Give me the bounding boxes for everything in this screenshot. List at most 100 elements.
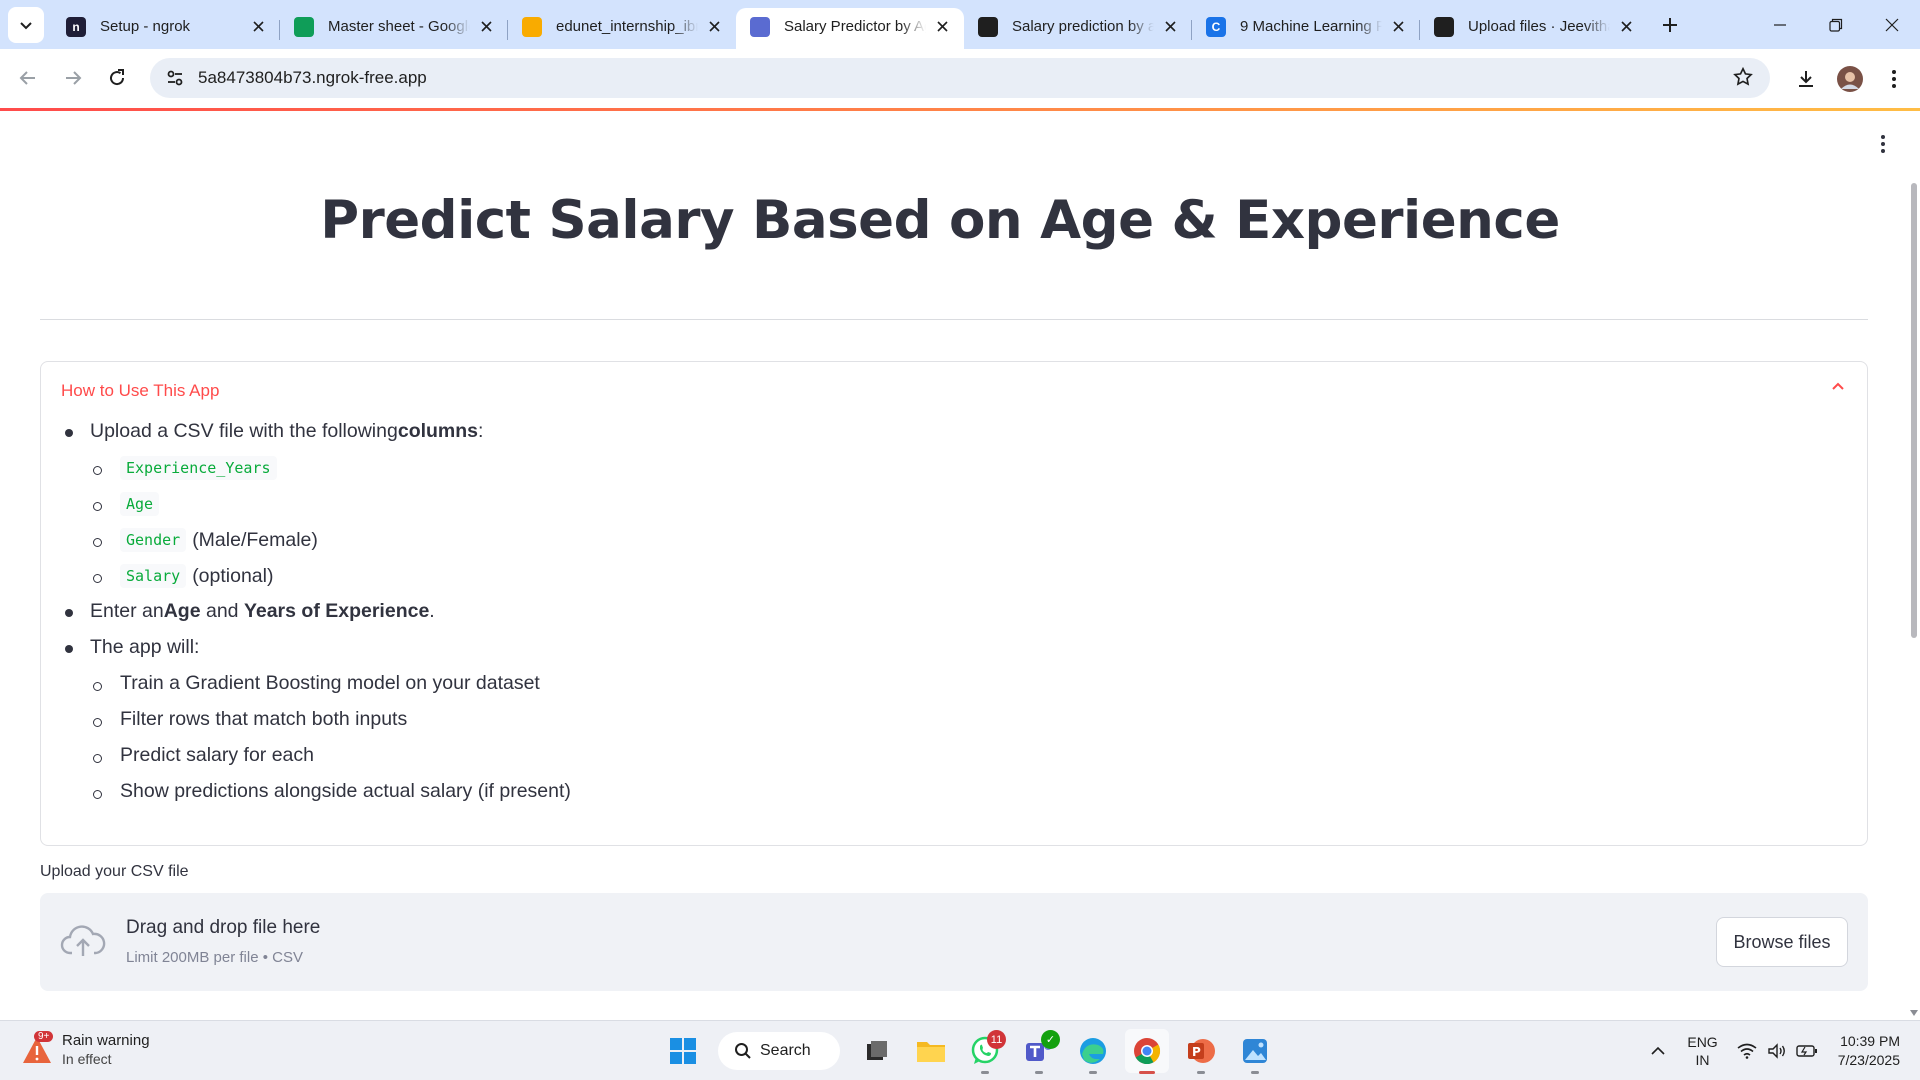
browser-tab[interactable]: edunet_internship_ibm (508, 8, 736, 49)
tab-search-button[interactable] (8, 6, 44, 43)
list-text: Enter an (90, 600, 164, 622)
teams-status-badge: ✓ (1041, 1030, 1060, 1049)
running-indicator (1139, 1071, 1155, 1074)
volume-icon (1768, 1043, 1785, 1059)
edge-icon (1080, 1038, 1106, 1064)
clock[interactable]: 10:39 PM 7/23/2025 (1838, 1032, 1900, 1070)
edge-button[interactable] (1071, 1029, 1115, 1074)
expander-label: How to Use This App (61, 381, 220, 400)
column-code: Age (120, 492, 160, 516)
chrome-button[interactable] (1125, 1029, 1169, 1074)
close-window-button[interactable] (1864, 0, 1920, 49)
restore-button[interactable] (1808, 0, 1864, 49)
dropzone-limit: Limit 200MB per file • CSV (126, 949, 303, 966)
region-code: IN (1695, 1052, 1710, 1068)
folder-icon (917, 1042, 945, 1062)
downloads-button[interactable] (1788, 61, 1824, 97)
page-viewport: Predict Salary Based on Age & Experience… (0, 108, 1920, 1020)
chevron-up-icon[interactable] (1829, 378, 1847, 396)
tab-close-button[interactable] (704, 17, 724, 37)
expander-header[interactable]: How to Use This App (41, 362, 1867, 420)
tab-close-button[interactable] (932, 17, 952, 37)
back-button[interactable] (10, 60, 46, 96)
step-item: Show predictions alongside actual salary… (120, 780, 571, 803)
battery-button[interactable] (1792, 1044, 1822, 1058)
whatsapp-button[interactable]: 11 (963, 1029, 1007, 1074)
browser-tab[interactable]: Salary prediction by age (964, 8, 1192, 49)
chatgpt-icon (978, 16, 998, 37)
avatar (1837, 65, 1863, 92)
browser-menu-button[interactable] (1876, 61, 1912, 97)
sub-bullet (93, 574, 102, 583)
tab-close-button[interactable] (1388, 17, 1408, 37)
language-indicator[interactable]: ENG IN (1687, 1033, 1717, 1069)
close-icon (708, 21, 720, 32)
taskbar-search[interactable]: Search (718, 1032, 840, 1070)
teams-button[interactable]: ✓ (1017, 1029, 1061, 1074)
tab-title: edunet_internship_ibm (556, 18, 698, 35)
bookmark-star-icon[interactable] (1732, 66, 1754, 88)
task-view-icon (867, 1041, 887, 1060)
sub-bullet (93, 718, 102, 727)
list-item: Enter an Age and Years of Experience. (90, 600, 435, 623)
reload-button[interactable] (99, 60, 135, 96)
browser-tab[interactable]: n Setup - ngrok (52, 8, 280, 49)
tab-close-button[interactable] (1616, 17, 1636, 37)
sub-bullet (93, 502, 102, 511)
browser-tab[interactable]: Master sheet - Google Sheets (280, 8, 508, 49)
start-button[interactable] (661, 1029, 705, 1073)
scroll-down-arrow-icon[interactable] (1910, 1010, 1918, 1016)
column-code: Gender (120, 528, 187, 552)
file-explorer-button[interactable] (909, 1029, 953, 1073)
restore-icon (1829, 18, 1843, 32)
forward-button[interactable] (55, 60, 91, 96)
running-indicator (1197, 1071, 1205, 1074)
wifi-button[interactable] (1732, 1043, 1762, 1059)
file-dropzone[interactable]: Drag and drop file here Limit 200MB per … (40, 893, 1868, 991)
column-item: Experience_Years (120, 456, 283, 480)
task-view-button[interactable] (855, 1029, 899, 1073)
new-tab-button[interactable] (1652, 7, 1688, 43)
photos-button[interactable] (1233, 1029, 1277, 1074)
step-item: Filter rows that match both inputs (120, 708, 407, 731)
tab-title: Setup - ngrok (100, 18, 191, 35)
browser-tab[interactable]: Salary Predictor by Age & Experience (736, 8, 964, 49)
url-text[interactable]: 5a8473804b73.ngrok-free.app (198, 68, 427, 88)
browser-tab[interactable]: C 9 Machine Learning Projects (1192, 8, 1420, 49)
scrollbar-thumb[interactable] (1911, 183, 1917, 638)
browser-tab[interactable]: Upload files · Jeevitha (1420, 8, 1648, 49)
column-item: Gender (Male/Female) (120, 528, 318, 552)
address-bar[interactable]: 5a8473804b73.ngrok-free.app (150, 58, 1770, 98)
close-icon (1392, 21, 1404, 32)
tab-close-button[interactable] (248, 17, 268, 37)
dropzone-title: Drag and drop file here (126, 917, 321, 938)
weather-widget[interactable]: 9+ Rain warning In effect (20, 1031, 150, 1069)
minimize-button[interactable] (1752, 0, 1808, 49)
tab-close-button[interactable] (1160, 17, 1180, 37)
powerpoint-button[interactable]: P (1179, 1029, 1223, 1074)
streamlit-chart-icon (750, 16, 770, 37)
column-item: Age (120, 492, 165, 516)
tab-title: Upload files · Jeevitha (1468, 18, 1610, 35)
show-hidden-icons-button[interactable] (1643, 1046, 1673, 1056)
page-title: Predict Salary Based on Age & Experience (320, 190, 1560, 251)
google-sheets-icon (294, 16, 314, 37)
github-icon (1434, 16, 1454, 37)
step-item: Predict salary for each (120, 744, 314, 767)
close-icon (1164, 21, 1176, 32)
tab-close-button[interactable] (476, 17, 496, 37)
site-info-button[interactable] (160, 63, 190, 93)
weather-subtitle: In effect (62, 1051, 112, 1067)
search-label: Search (760, 1042, 811, 1059)
sub-bullet (93, 682, 102, 691)
column-note: (optional) (192, 564, 274, 587)
browse-files-button[interactable]: Browse files (1716, 917, 1848, 967)
language-code: ENG (1687, 1034, 1718, 1050)
volume-button[interactable] (1762, 1043, 1792, 1059)
whatsapp-badge: 11 (987, 1030, 1006, 1049)
column-note: (Male/Female) (192, 528, 318, 551)
close-icon (1885, 18, 1899, 31)
profile-button[interactable] (1832, 61, 1868, 97)
app-menu-icon[interactable] (1880, 134, 1886, 154)
list-text: Upload a CSV file with the following (90, 420, 398, 442)
